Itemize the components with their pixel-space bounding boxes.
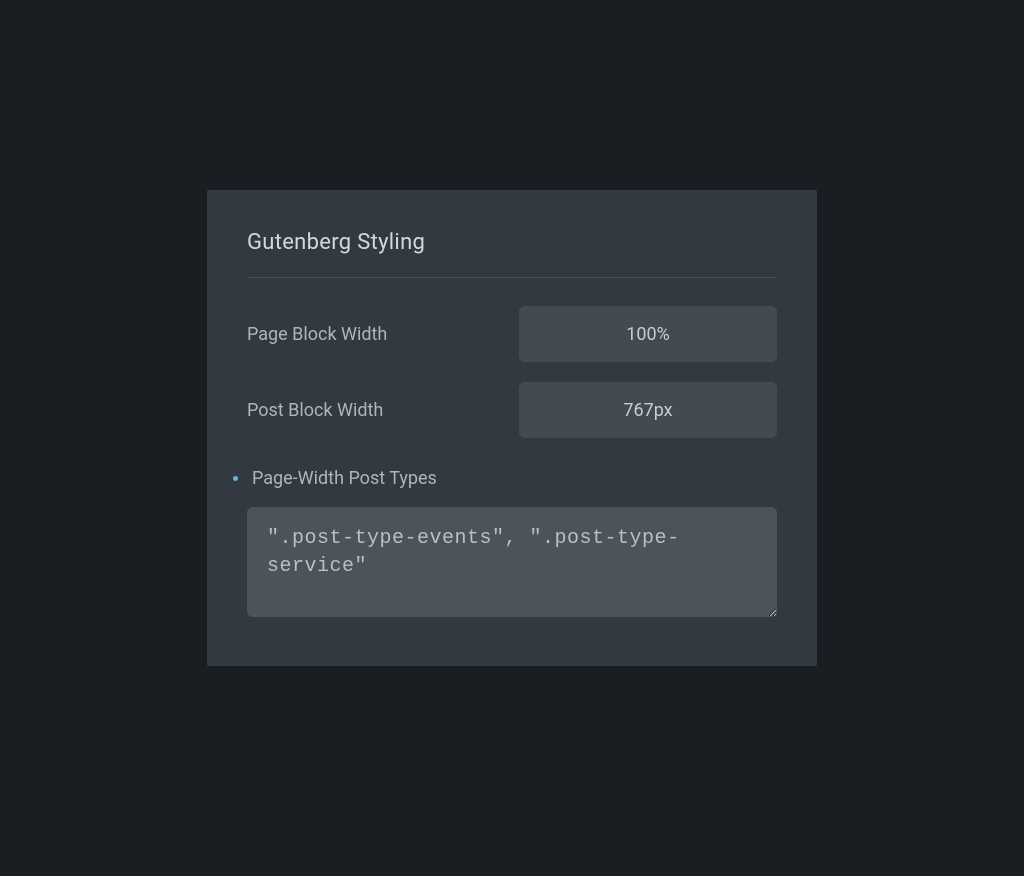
post-block-width-row: Post Block Width bbox=[247, 382, 777, 438]
page-width-post-types-section: Page-Width Post Types ".post-type-events… bbox=[247, 468, 777, 621]
page-width-post-types-textarea[interactable]: ".post-type-events", ".post-type-service… bbox=[247, 507, 777, 617]
page-width-post-types-label: Page-Width Post Types bbox=[252, 468, 437, 489]
page-block-width-label: Page Block Width bbox=[247, 324, 387, 345]
page-block-width-row: Page Block Width bbox=[247, 306, 777, 362]
post-block-width-input[interactable] bbox=[519, 382, 777, 438]
bullet-icon bbox=[233, 476, 238, 481]
divider bbox=[247, 277, 777, 278]
panel-title: Gutenberg Styling bbox=[247, 230, 777, 255]
settings-panel: Gutenberg Styling Page Block Width Post … bbox=[207, 190, 817, 666]
post-block-width-label: Post Block Width bbox=[247, 400, 383, 421]
page-block-width-input[interactable] bbox=[519, 306, 777, 362]
textarea-label-row: Page-Width Post Types bbox=[233, 468, 777, 489]
